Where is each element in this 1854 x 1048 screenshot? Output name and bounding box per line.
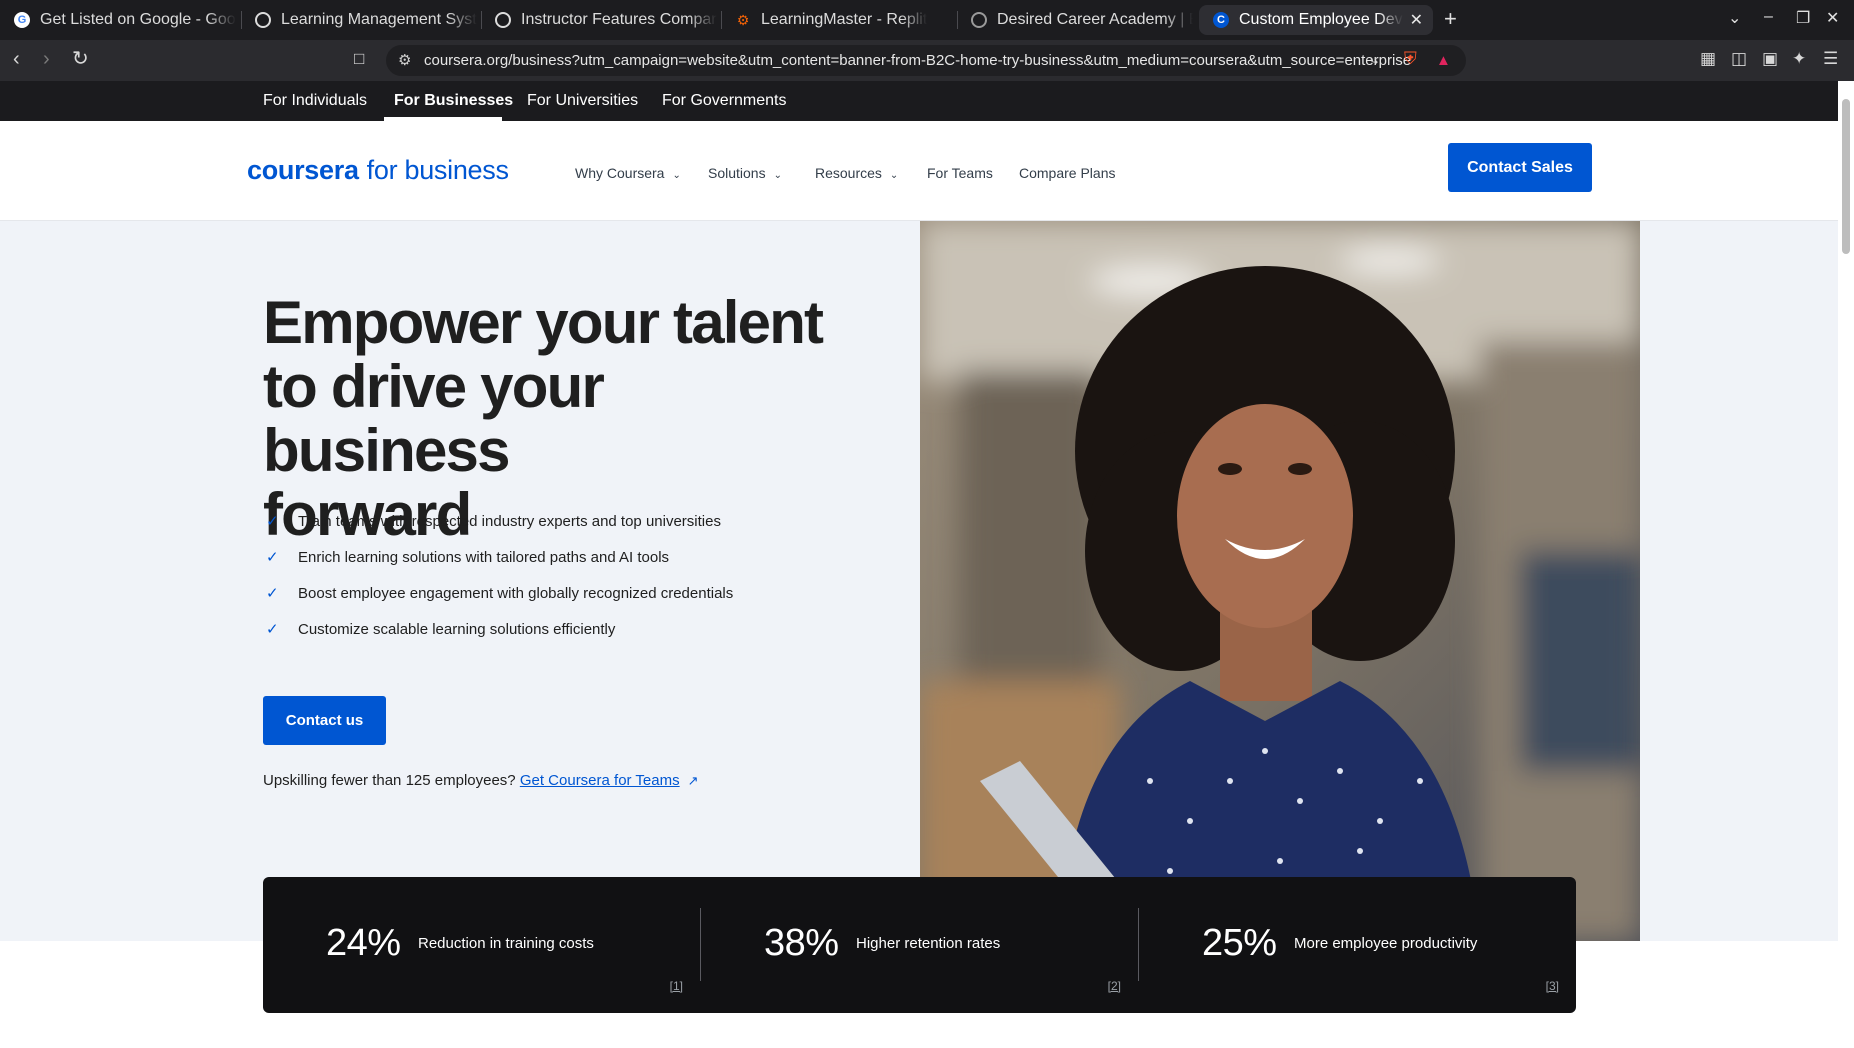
back-icon[interactable]: ‹ xyxy=(13,48,20,70)
hero-photo xyxy=(920,221,1640,941)
chevron-down-icon: ⌄ xyxy=(889,170,899,181)
chevron-down-icon: ⌄ xyxy=(672,170,681,181)
list-item: ✓ Boost employee engagement with globally… xyxy=(266,584,734,603)
stat-value: 24% xyxy=(326,922,401,964)
page-scrollbar[interactable] xyxy=(1838,81,1854,1048)
benefits-list: ✓ Train teams with respected industry exp… xyxy=(266,503,733,647)
main-header: coursera for business Why Coursera ⌄ Solut… xyxy=(0,121,1838,221)
browser-tab[interactable]: Instructor Features Compar xyxy=(481,5,717,35)
check-icon: ✓ xyxy=(266,585,279,602)
nav-solutions[interactable]: Solutions ⌄ xyxy=(708,165,782,181)
globe-icon xyxy=(971,12,987,28)
brave-shields-icon[interactable]: ⛨ xyxy=(1404,48,1417,70)
webpage: For Individuals For Businesses For Unive… xyxy=(0,81,1838,1048)
scrollbar-thumb[interactable] xyxy=(1842,99,1850,254)
contact-us-button[interactable]: Contact us xyxy=(263,696,386,745)
close-tab-icon[interactable]: ✕ xyxy=(1410,10,1423,30)
browser-tab[interactable]: G Get Listed on Google - Goog xyxy=(0,5,236,35)
browser-tab[interactable]: Learning Management Syste xyxy=(241,5,477,35)
footnote-link[interactable]: [3] xyxy=(1546,979,1559,993)
list-item: ✓ Enrich learning solutions with tailored… xyxy=(266,548,670,567)
browser-tab[interactable]: ⚙ LearningMaster - Replit xyxy=(721,5,957,35)
audience-nav: For Individuals For Businesses For Unive… xyxy=(0,81,1838,121)
new-tab-icon[interactable]: + xyxy=(1444,6,1457,32)
nav-compare-plans[interactable]: Compare Plans xyxy=(1019,165,1116,181)
restore-icon[interactable]: ❐ xyxy=(1796,8,1810,28)
coursera-for-business-logo[interactable]: coursera for business xyxy=(247,155,509,186)
browser-tab[interactable]: Desired Career Academy | En xyxy=(957,5,1193,35)
nav-resources[interactable]: Resources ⌄ xyxy=(815,165,898,181)
openai-icon xyxy=(255,12,271,28)
forward-icon[interactable]: › xyxy=(43,48,50,70)
browser-tab-active[interactable]: C Custom Employee Devel ✕ xyxy=(1199,5,1433,35)
bookmark-icon[interactable]: □ xyxy=(354,48,364,70)
hero-section: Empower your talent to drive your busine… xyxy=(0,221,1838,941)
chevron-down-icon: ⌄ xyxy=(773,170,782,181)
audience-businesses-link[interactable]: For Businesses xyxy=(394,92,513,110)
nav-why-coursera[interactable]: Why Coursera ⌄ xyxy=(575,165,681,181)
url-text[interactable]: coursera.org/business?utm_campaign=websi… xyxy=(424,52,1411,69)
stat-value: 25% xyxy=(1202,922,1277,964)
close-window-icon[interactable]: ✕ xyxy=(1826,8,1839,28)
stat-item: 38% Higher retention rates [2] xyxy=(701,877,1138,1013)
coursera-for-teams-link[interactable]: Get Coursera for Teams xyxy=(520,772,680,789)
external-link-icon: ↗ xyxy=(687,773,699,788)
google-icon: G xyxy=(14,12,30,28)
stat-value: 38% xyxy=(764,922,839,964)
list-item: ✓ Train teams with respected industry exp… xyxy=(266,512,721,531)
browser-toolbar: ‹ › ↻ □ ⚙ coursera.org/business?utm_camp… xyxy=(0,40,1854,81)
nav-for-teams[interactable]: For Teams xyxy=(927,165,993,181)
smiling-woman-illustration xyxy=(920,221,1640,941)
coursera-icon: C xyxy=(1213,12,1229,28)
menu-icon[interactable]: ☰ xyxy=(1823,48,1838,70)
leo-ai-icon[interactable]: ✦ xyxy=(1792,48,1806,70)
replit-icon: ⚙ xyxy=(736,11,750,28)
contact-sales-button[interactable]: Contact Sales xyxy=(1448,143,1592,192)
list-item: ✓ Customize scalable learning solutions e… xyxy=(266,620,616,639)
stat-item: 25% More employee productivity [3] xyxy=(1139,877,1576,1013)
audience-universities-link[interactable]: For Universities xyxy=(527,92,638,110)
stat-label: More employee productivity xyxy=(1294,935,1478,952)
audience-governments-link[interactable]: For Governments xyxy=(662,92,786,110)
stat-label: Higher retention rates xyxy=(856,935,1001,952)
teams-promo: Upskilling fewer than 125 employees? Get… xyxy=(263,772,699,789)
check-icon: ✓ xyxy=(266,621,279,638)
stat-item: 24% Reduction in training costs [1] xyxy=(263,877,700,1013)
openai-icon xyxy=(495,12,511,28)
browser-tab-bar: G Get Listed on Google - Goog Learning M… xyxy=(0,0,1854,40)
share-icon[interactable]: ⤷ xyxy=(1370,50,1378,72)
footnote-link[interactable]: [1] xyxy=(670,979,683,993)
audience-individuals-link[interactable]: For Individuals xyxy=(263,92,367,110)
sidebar-icon[interactable]: ◫ xyxy=(1731,48,1747,70)
stats-bar: 24% Reduction in training costs [1] 38% … xyxy=(263,877,1576,1013)
wallet-icon[interactable]: ▣ xyxy=(1762,48,1778,70)
stat-label: Reduction in training costs xyxy=(418,935,594,952)
tab-list-icon[interactable]: ⌄ xyxy=(1728,8,1741,28)
footnote-link[interactable]: [2] xyxy=(1108,979,1121,993)
check-icon: ✓ xyxy=(266,549,279,566)
address-bar[interactable]: ⚙ coursera.org/business?utm_campaign=web… xyxy=(386,45,1466,76)
reload-icon[interactable]: ↻ xyxy=(72,48,89,70)
brave-rewards-icon[interactable]: ▲ xyxy=(1436,50,1451,72)
minimize-icon[interactable]: – xyxy=(1764,8,1773,26)
check-icon: ✓ xyxy=(266,513,279,530)
site-info-icon[interactable]: ⚙ xyxy=(398,51,411,69)
extensions-icon[interactable]: ▦ xyxy=(1700,48,1716,70)
